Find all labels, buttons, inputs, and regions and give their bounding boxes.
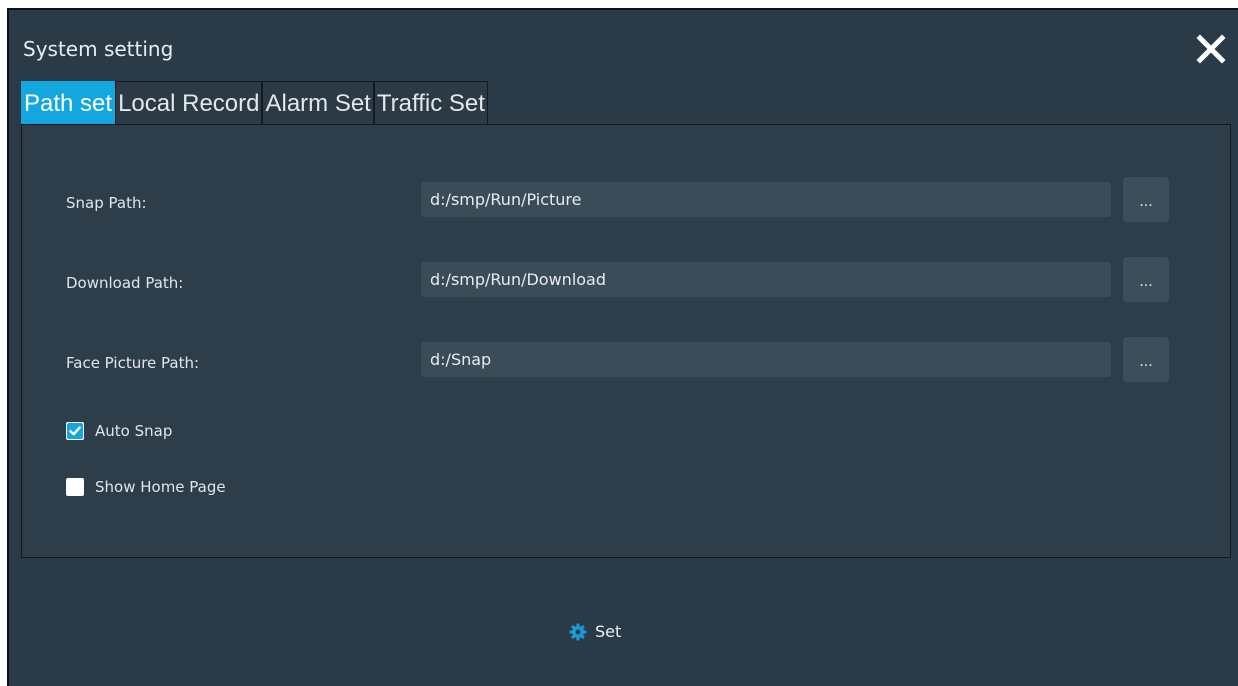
show-home-page-option[interactable]: Show Home Page: [66, 477, 226, 497]
snap-path-input[interactable]: [421, 182, 1111, 217]
tab-path-set[interactable]: Path set: [21, 81, 116, 124]
gear-icon: [569, 623, 587, 640]
set-button[interactable]: Set: [569, 622, 621, 641]
close-icon: [1196, 34, 1226, 64]
auto-snap-label: Auto Snap: [95, 422, 173, 440]
system-setting-dialog: System setting Path set Local Record Ala…: [7, 8, 1238, 686]
snap-path-label: Snap Path:: [66, 194, 147, 212]
download-path-label: Download Path:: [66, 274, 184, 292]
path-set-panel: Snap Path: ... Download Path: ... Face P…: [21, 124, 1231, 558]
set-label: Set: [595, 622, 622, 641]
snap-path-browse-button[interactable]: ...: [1123, 177, 1169, 222]
face-picture-path-label: Face Picture Path:: [66, 354, 200, 372]
tab-alarm-set[interactable]: Alarm Set: [262, 81, 374, 124]
checkmark-icon: [67, 423, 83, 439]
tab-bar: Path set Local Record Alarm Set Traffic …: [21, 81, 488, 124]
download-path-browse-button[interactable]: ...: [1123, 257, 1169, 302]
show-home-page-checkbox[interactable]: [66, 478, 84, 496]
auto-snap-checkbox[interactable]: [66, 422, 84, 440]
auto-snap-option[interactable]: Auto Snap: [66, 421, 172, 441]
download-path-input[interactable]: [421, 262, 1111, 297]
face-picture-path-input[interactable]: [421, 342, 1111, 377]
tab-traffic-set[interactable]: Traffic Set: [373, 81, 488, 124]
close-button[interactable]: [1194, 32, 1228, 66]
face-picture-path-browse-button[interactable]: ...: [1123, 337, 1169, 382]
dialog-title: System setting: [23, 37, 174, 61]
show-home-page-label: Show Home Page: [95, 478, 226, 496]
tab-local-record[interactable]: Local Record: [115, 81, 263, 124]
